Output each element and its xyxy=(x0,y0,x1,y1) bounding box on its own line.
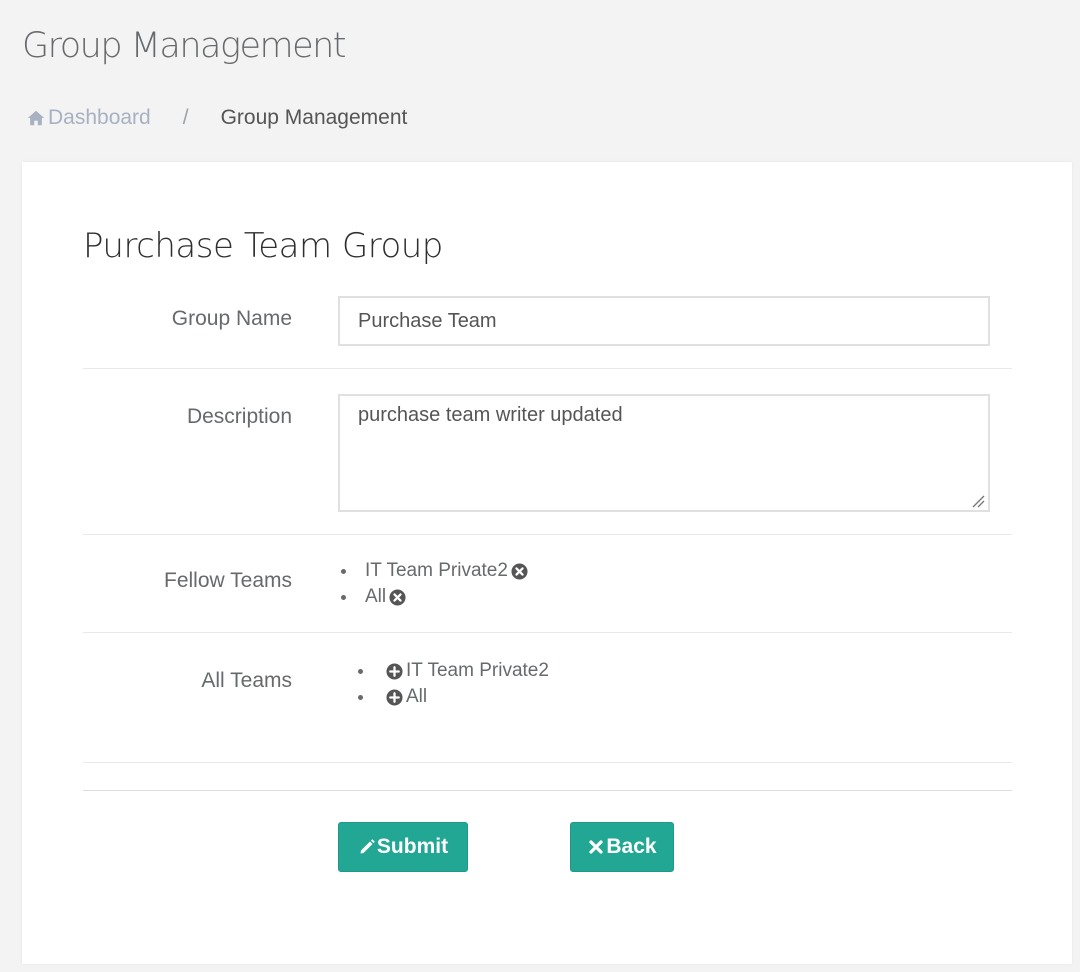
back-button[interactable]: Back xyxy=(570,822,674,872)
fellow-team-name: All xyxy=(365,586,387,607)
add-circle-icon[interactable] xyxy=(386,662,403,680)
close-icon xyxy=(589,840,603,854)
divider xyxy=(83,368,1012,369)
bullet xyxy=(341,595,346,600)
all-team-name: All xyxy=(406,686,428,707)
divider xyxy=(83,762,1012,763)
bullet xyxy=(358,669,363,674)
submit-button-label: Submit xyxy=(376,835,449,858)
all-team-name: IT Team Private2 xyxy=(406,660,549,681)
home-icon xyxy=(27,110,45,126)
bullet xyxy=(341,569,346,574)
breadcrumb-current: Group Management xyxy=(220,106,408,129)
all-teams-list: IT Team Private2 All xyxy=(358,658,549,710)
resize-grip-icon[interactable] xyxy=(971,494,985,508)
description-label: Description xyxy=(186,405,292,428)
list-item: IT Team Private2 xyxy=(341,558,528,584)
form-title: Purchase Team Group xyxy=(83,226,443,266)
group-form-card: Purchase Team Group Group Name Descripti… xyxy=(22,162,1072,964)
remove-circle-icon[interactable] xyxy=(511,562,528,580)
group-name-label: Group Name xyxy=(171,307,292,330)
breadcrumb-dashboard-label: Dashboard xyxy=(48,106,151,129)
fellow-teams-list: IT Team Private2 All xyxy=(341,558,528,610)
divider xyxy=(83,790,1012,791)
pencil-icon xyxy=(360,839,375,854)
group-name-input[interactable] xyxy=(338,296,990,346)
breadcrumb-separator: / xyxy=(182,106,189,129)
description-textarea[interactable]: purchase team writer updated xyxy=(338,394,990,512)
list-item: All xyxy=(341,584,528,610)
fellow-team-name: IT Team Private2 xyxy=(365,560,508,581)
divider xyxy=(83,632,1012,633)
breadcrumb: Dashboard / Group Management xyxy=(27,104,407,132)
submit-button[interactable]: Submit xyxy=(338,822,468,872)
list-item: All xyxy=(358,684,549,710)
fellow-teams-label: Fellow Teams xyxy=(164,569,292,592)
page-title: Group Management xyxy=(22,26,347,66)
list-item: IT Team Private2 xyxy=(358,658,549,684)
bullet xyxy=(358,695,363,700)
back-button-label: Back xyxy=(606,835,657,858)
add-circle-icon[interactable] xyxy=(386,688,403,706)
divider xyxy=(83,534,1012,535)
all-teams-label: All Teams xyxy=(201,669,292,692)
remove-circle-icon[interactable] xyxy=(389,588,406,606)
breadcrumb-dashboard-link[interactable]: Dashboard xyxy=(27,106,151,130)
